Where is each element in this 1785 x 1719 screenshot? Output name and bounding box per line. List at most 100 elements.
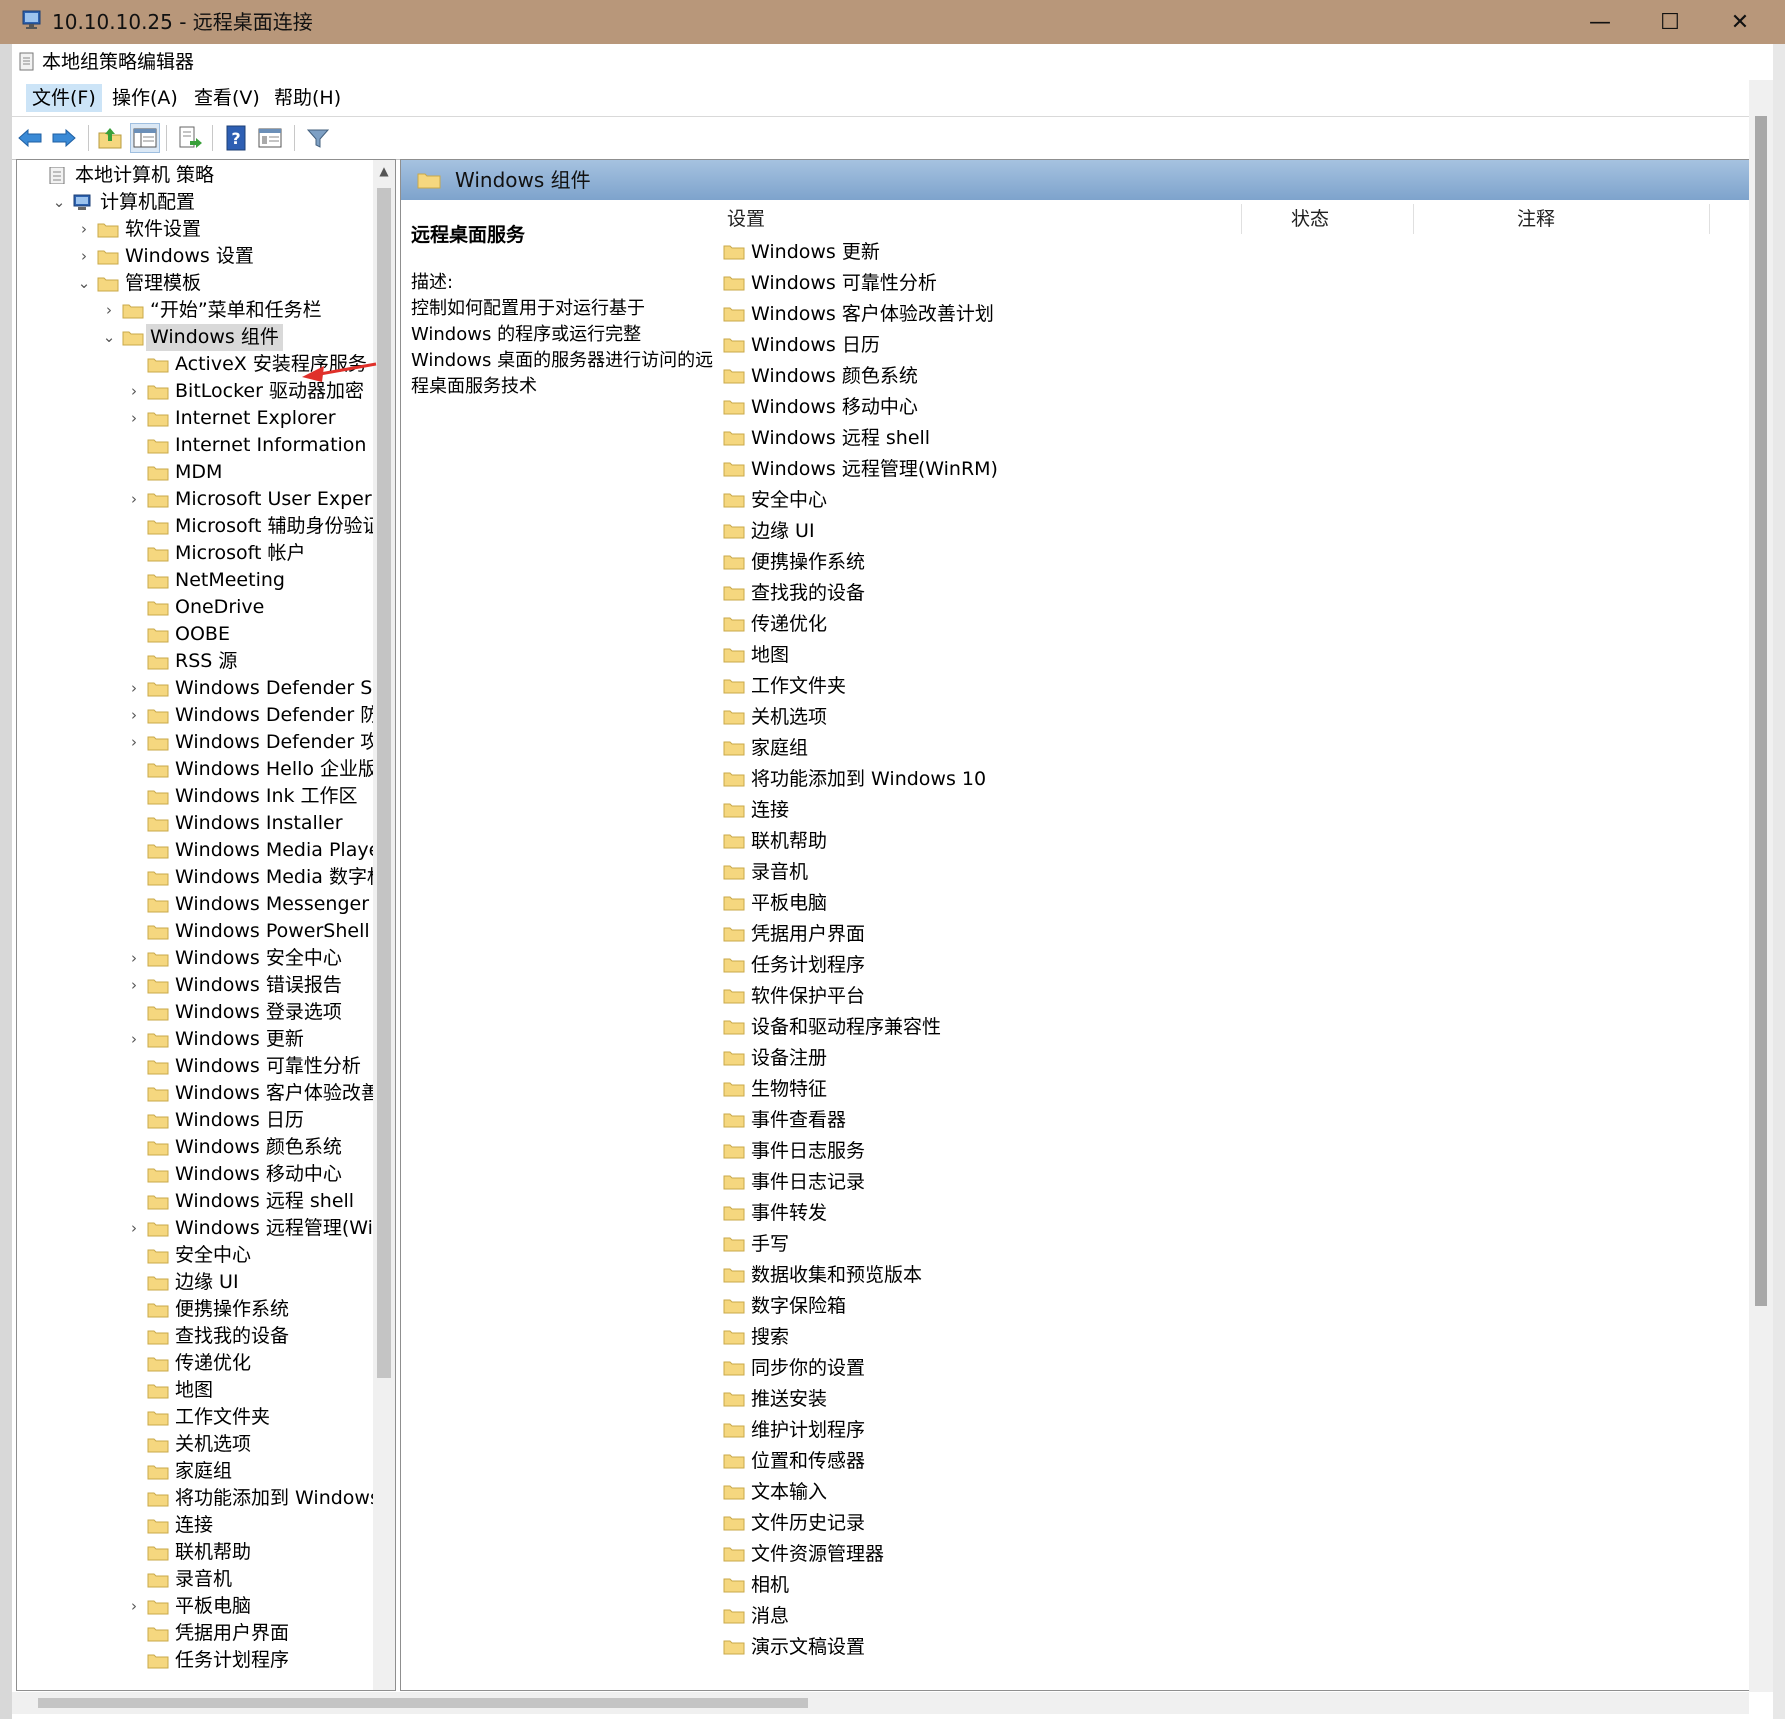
menu-view[interactable]: 查看(V) [188, 84, 266, 112]
chevron-right-icon[interactable]: › [125, 405, 143, 432]
chevron-right-icon[interactable]: › [125, 1026, 143, 1053]
list-item-label: 事件日志记录 [751, 1171, 866, 1193]
folder-icon [723, 307, 745, 322]
list-item-label: Windows 远程管理(WinRM) [751, 458, 998, 480]
folder-icon [147, 574, 169, 589]
computer-icon [73, 194, 91, 210]
column-header-setting[interactable]: 设置 [727, 200, 765, 238]
tree-item-label: 连接 [175, 1514, 214, 1536]
toolbar-separator [88, 125, 89, 151]
tree-item-label: 本地计算机 策略 [75, 164, 215, 186]
tree-item-label: Windows 登录选项 [175, 1001, 342, 1023]
folder-icon [723, 1082, 745, 1097]
filter-icon[interactable] [304, 124, 332, 152]
folder-icon [147, 844, 169, 859]
show-hide-tree-icon[interactable] [130, 123, 160, 153]
close-button[interactable]: ✕ [1705, 0, 1775, 44]
list-item-label: 生物特征 [751, 1078, 828, 1100]
tree-item-label: Windows Messenger [175, 893, 370, 915]
tree-item-label: Microsoft 帐户 [175, 542, 306, 564]
folder-icon [723, 927, 745, 942]
maximize-button[interactable]: ☐ [1635, 0, 1705, 44]
help-icon[interactable]: ? [222, 124, 250, 152]
app-vertical-scrollbar-thumb[interactable] [1755, 116, 1767, 1306]
detail-header-title: Windows 组件 [455, 168, 591, 192]
chevron-right-icon[interactable]: › [100, 297, 118, 324]
folder-icon [147, 1411, 169, 1426]
toolbar: ? [12, 117, 1749, 160]
column-header-status[interactable]: 状态 [1291, 200, 1329, 238]
folder-icon [723, 1268, 745, 1283]
list-item-label: Windows 远程 shell [751, 427, 931, 449]
folder-icon [723, 524, 745, 539]
chevron-right-icon[interactable]: › [125, 1593, 143, 1620]
chevron-right-icon[interactable]: › [125, 945, 143, 972]
folder-icon [147, 1303, 169, 1318]
folder-icon [147, 1141, 169, 1156]
tree-item-label: Windows Defender 攻击 [175, 731, 396, 753]
menu-help[interactable]: 帮助(H) [268, 84, 347, 112]
column-header-comment[interactable]: 注释 [1517, 200, 1555, 238]
properties-icon[interactable] [256, 124, 284, 152]
menu-action[interactable]: 操作(A) [106, 84, 184, 112]
folder-icon [147, 790, 169, 805]
forward-arrow-icon[interactable] [50, 124, 78, 152]
description-title: 远程桌面服务 [411, 224, 526, 246]
tree-scrollbar-thumb[interactable] [377, 188, 391, 1378]
folder-icon [147, 385, 169, 400]
chevron-right-icon[interactable]: › [125, 1215, 143, 1242]
right-window-edge [1773, 44, 1785, 1719]
folder-icon [723, 276, 745, 291]
list-item-label: 同步你的设置 [751, 1357, 866, 1379]
menu-file[interactable]: 文件(F) [26, 84, 102, 112]
folder-icon [147, 466, 169, 481]
list-item-label: 维护计划程序 [751, 1419, 866, 1441]
folder-icon [723, 865, 745, 880]
folder-icon [723, 1392, 745, 1407]
folder-icon [723, 1547, 745, 1562]
back-arrow-icon[interactable] [16, 124, 44, 152]
chevron-right-icon[interactable]: › [125, 972, 143, 999]
folder-icon [147, 1249, 169, 1264]
tree-item-label: Windows Defender Sma [175, 677, 396, 699]
list-item-label: Windows 客户体验改善计划 [751, 303, 994, 325]
chevron-down-icon[interactable]: ⌄ [50, 189, 68, 216]
app-horizontal-scrollbar-thumb[interactable] [38, 1698, 808, 1708]
chevron-right-icon[interactable]: › [125, 378, 143, 405]
tree-item-label: “开始”菜单和任务栏 [150, 299, 322, 321]
scroll-up-icon[interactable]: ▲ [373, 160, 395, 182]
app-vertical-scrollbar[interactable] [1749, 80, 1773, 1692]
folder-icon [147, 871, 169, 886]
list-item-label: 软件保护平台 [751, 985, 866, 1007]
list-item-label: 便携操作系统 [751, 551, 866, 573]
tree-item-label: 任务计划程序 [175, 1649, 290, 1671]
chevron-right-icon[interactable]: › [75, 243, 93, 270]
tree-item-label: Microsoft User Experienc [175, 488, 396, 510]
list-item-label: 推送安装 [751, 1388, 828, 1410]
folder-icon [147, 1195, 169, 1210]
list-item-label: 演示文稿设置 [751, 1636, 866, 1658]
tree-item-label: 录音机 [175, 1568, 233, 1590]
folder-icon [723, 1361, 745, 1376]
folder-icon [147, 1627, 169, 1642]
up-folder-icon[interactable] [96, 124, 124, 152]
folder-icon [147, 1033, 169, 1048]
chevron-right-icon[interactable]: › [125, 729, 143, 756]
chevron-right-icon[interactable]: › [125, 702, 143, 729]
chevron-down-icon[interactable]: ⌄ [75, 270, 93, 297]
chevron-right-icon[interactable]: › [125, 486, 143, 513]
tree-item-label: Windows 远程管理(WinR [175, 1217, 396, 1239]
tree-item-label: 将功能添加到 Windows 1 [175, 1487, 396, 1509]
folder-icon [97, 277, 119, 292]
minimize-button[interactable]: — [1565, 0, 1635, 44]
chevron-right-icon[interactable]: › [125, 675, 143, 702]
folder-icon [723, 1051, 745, 1066]
tree-item-label: 关机选项 [175, 1433, 252, 1455]
list-item-label: 设备注册 [751, 1047, 828, 1069]
export-list-icon[interactable] [176, 124, 204, 152]
chevron-right-icon[interactable]: › [75, 216, 93, 243]
app-horizontal-scrollbar[interactable] [12, 1692, 1749, 1714]
chevron-down-icon[interactable]: ⌄ [100, 324, 118, 351]
folder-icon [147, 601, 169, 616]
list-item-label: 连接 [751, 799, 790, 821]
